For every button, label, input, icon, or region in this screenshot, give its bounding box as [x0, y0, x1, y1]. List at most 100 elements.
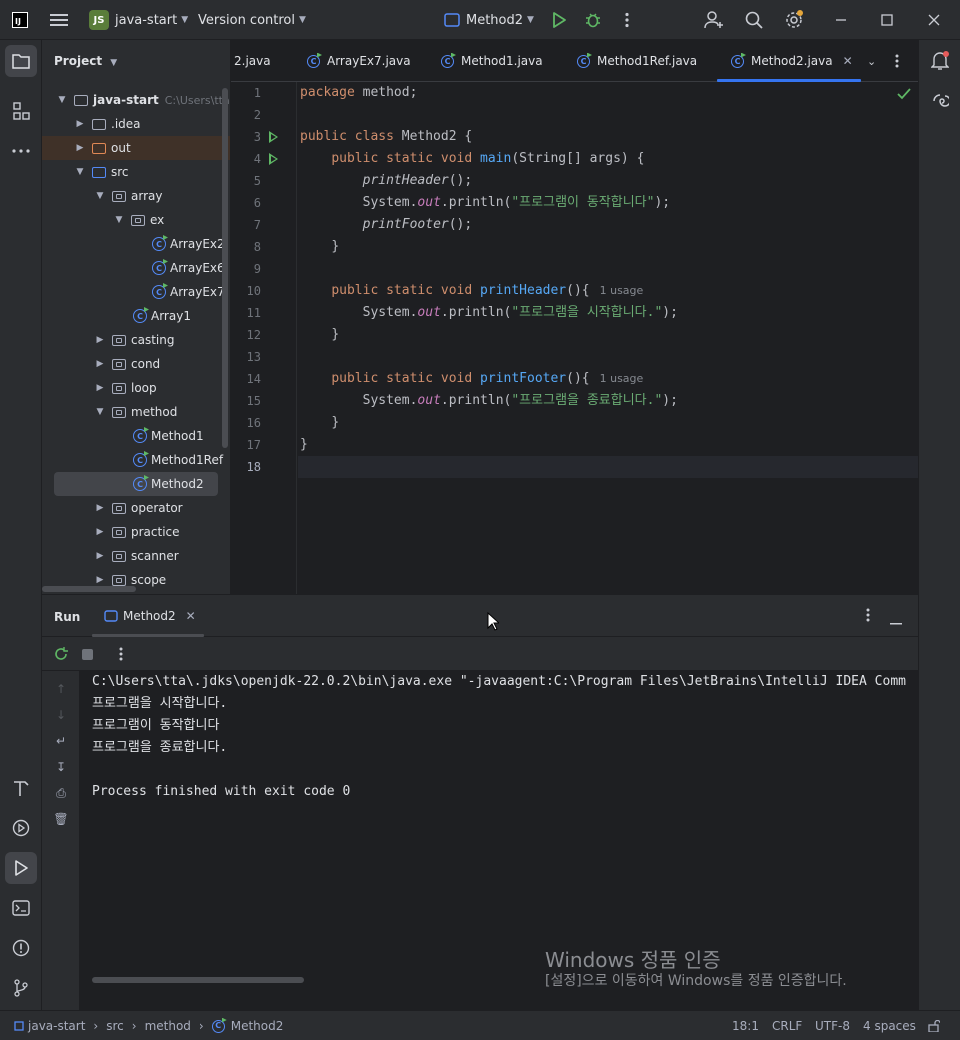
scroll-to-end-icon[interactable]: ↧ [53, 759, 69, 775]
inspection-ok-indicator[interactable] [897, 88, 911, 103]
code-editor[interactable]: 1 2 3 4 5 6 7 8 9 10 11 12 13 14 15 16 1… [231, 82, 918, 594]
hide-panel-button[interactable] [890, 614, 902, 628]
search-button[interactable] [742, 8, 766, 32]
tree-item-practice[interactable]: ▶ practice [94, 520, 180, 544]
soft-wrap-icon[interactable]: ↵ [53, 733, 69, 749]
down-arrow-icon[interactable]: ↓ [53, 707, 69, 723]
tree-item-method2[interactable]: C Method2 [54, 472, 218, 496]
collapsed-arrow-icon: ▶ [96, 503, 104, 513]
tree-item-casting[interactable]: ▶ casting [94, 328, 175, 352]
tree-item-loop[interactable]: ▶ loop [94, 376, 157, 400]
build-tool-button[interactable] [5, 772, 37, 804]
tree-item-scanner[interactable]: ▶ scanner [94, 544, 179, 568]
tree-label: ex [150, 213, 165, 227]
line-number: 16 [246, 416, 261, 430]
run-config-selector[interactable]: Method2 ▼ [444, 0, 534, 40]
ai-assistant-button[interactable] [924, 85, 956, 117]
indent-setting[interactable]: 4 spaces [863, 1011, 916, 1040]
tree-label: scope [131, 573, 167, 587]
run-panel-options-button[interactable] [866, 608, 870, 625]
tab-arrayex7[interactable]: C ArrayEx7.java [307, 40, 411, 82]
tab-arrayex-partial[interactable]: 2.java [234, 40, 271, 82]
tree-item-operator[interactable]: ▶ operator [94, 496, 183, 520]
tree-item-method[interactable]: ▼ method [94, 400, 178, 424]
maximize-button[interactable] [875, 8, 899, 32]
run-toolbar-more-button[interactable] [119, 647, 123, 664]
breadcrumb-item[interactable]: Method2 [231, 1011, 284, 1040]
more-tools-button[interactable] [5, 135, 37, 167]
breadcrumb-item[interactable]: method [145, 1011, 191, 1040]
tree-label: Array1 [151, 309, 191, 323]
readonly-toggle[interactable] [928, 1011, 940, 1040]
settings-button[interactable] [782, 8, 806, 32]
services-tool-button[interactable] [5, 812, 37, 844]
java-class-icon: C [152, 261, 166, 275]
tree-item-arrayex7[interactable]: C ArrayEx7 [152, 280, 225, 304]
tree-root[interactable]: ▼ java-start C:\Users\tta [56, 88, 230, 112]
close-icon[interactable]: ✕ [186, 609, 196, 623]
breadcrumb-item[interactable]: java-start [28, 1011, 85, 1040]
project-tool-button[interactable] [5, 45, 37, 77]
line-number: 17 [246, 438, 261, 452]
tree-item-array[interactable]: ▼ array [94, 184, 163, 208]
vcs-menu[interactable]: Version control ▼ [198, 0, 306, 40]
terminal-tool-button[interactable] [5, 892, 37, 924]
tab-method2[interactable]: C Method2.java ✕ [717, 40, 861, 82]
tree-item-out[interactable]: ▶ out [42, 136, 230, 160]
breadcrumb-item[interactable]: src [106, 1011, 124, 1040]
tree-item-arrayex2[interactable]: C ArrayEx2 [152, 232, 225, 256]
structure-tool-button[interactable] [5, 95, 37, 127]
caret-position[interactable]: 18:1 [732, 1011, 759, 1040]
debug-button[interactable] [581, 8, 605, 32]
tree-item-idea[interactable]: ▶ .idea [74, 112, 141, 136]
tab-method1ref[interactable]: C Method1Ref.java [577, 40, 697, 82]
tab-close-icon[interactable]: ✕ [843, 54, 853, 68]
app-logo[interactable]: IJ [12, 0, 28, 40]
collapsed-arrow-icon: ▶ [76, 143, 84, 153]
console-horizontal-scrollbar[interactable] [92, 977, 304, 983]
run-gutter-icon[interactable] [269, 131, 278, 143]
close-window-button[interactable] [922, 8, 946, 32]
project-panel-title[interactable]: Project ▼ [54, 54, 117, 68]
run-toolbar [42, 637, 918, 671]
line-separator[interactable]: CRLF [772, 1011, 802, 1040]
file-encoding[interactable]: UTF-8 [815, 1011, 850, 1040]
tree-vertical-scrollbar[interactable] [222, 88, 228, 448]
tab-method1[interactable]: C Method1.java [441, 40, 543, 82]
console-output[interactable]: C:\Users\tta\.jdks\openjdk-22.0.2\bin\ja… [80, 671, 918, 1011]
rerun-button[interactable] [53, 646, 69, 665]
code-with-me-button[interactable] [702, 8, 726, 32]
trash-icon[interactable]: 🗑 [53, 811, 69, 827]
keyword: package [300, 85, 355, 100]
usage-hint[interactable]: 1 usage [600, 284, 644, 297]
git-tool-button[interactable] [5, 972, 37, 1004]
kebab-icon [119, 647, 123, 661]
run-tab-method2[interactable]: Method2 ✕ [92, 595, 204, 637]
up-arrow-icon[interactable]: ↑ [53, 681, 69, 697]
main-menu-button[interactable] [50, 0, 68, 40]
tree-item-cond[interactable]: ▶ cond [94, 352, 161, 376]
project-switcher[interactable]: JS java-start ▼ [89, 0, 188, 40]
tree-item-method1[interactable]: C Method1 [133, 424, 204, 448]
java-class-icon: C [577, 54, 590, 68]
tab-list-button[interactable]: ⌄ [867, 40, 876, 82]
tab-more-button[interactable] [895, 40, 899, 82]
run-button[interactable] [547, 8, 571, 32]
more-icon [12, 149, 30, 153]
tree-item-array1[interactable]: C Array1 [133, 304, 191, 328]
tree-item-ex[interactable]: ▼ ex [113, 208, 165, 232]
notifications-button[interactable] [924, 45, 956, 77]
stop-button[interactable] [82, 649, 93, 660]
tree-item-arrayex6[interactable]: C ArrayEx6 [152, 256, 225, 280]
problems-tool-button[interactable] [5, 932, 37, 964]
usage-hint[interactable]: 1 usage [600, 372, 644, 385]
run-gutter-icon[interactable] [269, 153, 278, 165]
more-actions-button[interactable] [615, 8, 639, 32]
print-icon[interactable]: ⎙ [53, 785, 69, 801]
tree-item-method1ref[interactable]: C Method1Ref [133, 448, 223, 472]
tree-horizontal-scrollbar[interactable] [42, 586, 136, 592]
run-tool-button[interactable] [5, 852, 37, 884]
tree-item-src[interactable]: ▼ src [74, 160, 129, 184]
collapsed-arrow-icon: ▶ [96, 527, 104, 537]
minimize-button[interactable] [829, 8, 853, 32]
